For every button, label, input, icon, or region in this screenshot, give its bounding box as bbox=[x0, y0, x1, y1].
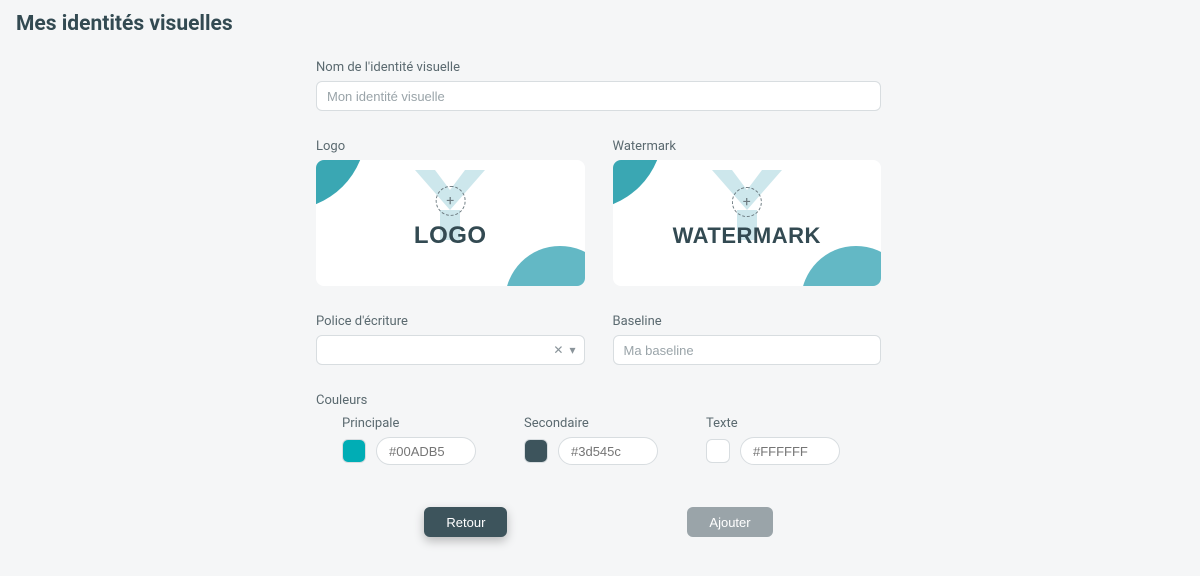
baseline-input[interactable] bbox=[613, 335, 882, 365]
logo-label: Logo bbox=[316, 139, 585, 154]
logo-word: LOGO bbox=[414, 222, 487, 250]
logo-upload[interactable]: + LOGO bbox=[316, 160, 585, 286]
visual-identity-form: Nom de l'identité visuelle Logo + LOGO W… bbox=[316, 60, 881, 537]
colors-label: Couleurs bbox=[316, 393, 881, 408]
watermark-upload[interactable]: + WATERMARK bbox=[613, 160, 882, 286]
secondary-color-swatch[interactable] bbox=[524, 439, 548, 463]
watermark-word: WATERMARK bbox=[673, 223, 821, 249]
watermark-label: Watermark bbox=[613, 139, 882, 154]
decorative-blob bbox=[801, 246, 881, 286]
secondary-color-input[interactable] bbox=[558, 437, 658, 465]
primary-color-input[interactable] bbox=[376, 437, 476, 465]
decorative-blob bbox=[316, 160, 366, 210]
font-label: Police d'écriture bbox=[316, 314, 585, 329]
clear-icon[interactable]: ✕ bbox=[553, 344, 563, 356]
name-label: Nom de l'identité visuelle bbox=[316, 60, 881, 75]
decorative-blob bbox=[505, 246, 585, 286]
secondary-color-label: Secondaire bbox=[524, 416, 658, 431]
back-button[interactable]: Retour bbox=[424, 507, 507, 537]
baseline-label: Baseline bbox=[613, 314, 882, 329]
page-title: Mes identités visuelles bbox=[16, 12, 1184, 36]
name-input[interactable] bbox=[316, 81, 881, 111]
primary-color-swatch[interactable] bbox=[342, 439, 366, 463]
text-color-swatch[interactable] bbox=[706, 439, 730, 463]
chevron-down-icon[interactable]: ▾ bbox=[569, 344, 575, 356]
text-color-label: Texte bbox=[706, 416, 840, 431]
add-logo-icon[interactable]: + bbox=[435, 186, 465, 216]
text-color-input[interactable] bbox=[740, 437, 840, 465]
font-select[interactable]: ✕ ▾ bbox=[316, 335, 585, 365]
add-button[interactable]: Ajouter bbox=[687, 507, 772, 537]
decorative-blob bbox=[613, 160, 663, 210]
add-watermark-icon[interactable]: + bbox=[732, 187, 762, 217]
primary-color-label: Principale bbox=[342, 416, 476, 431]
